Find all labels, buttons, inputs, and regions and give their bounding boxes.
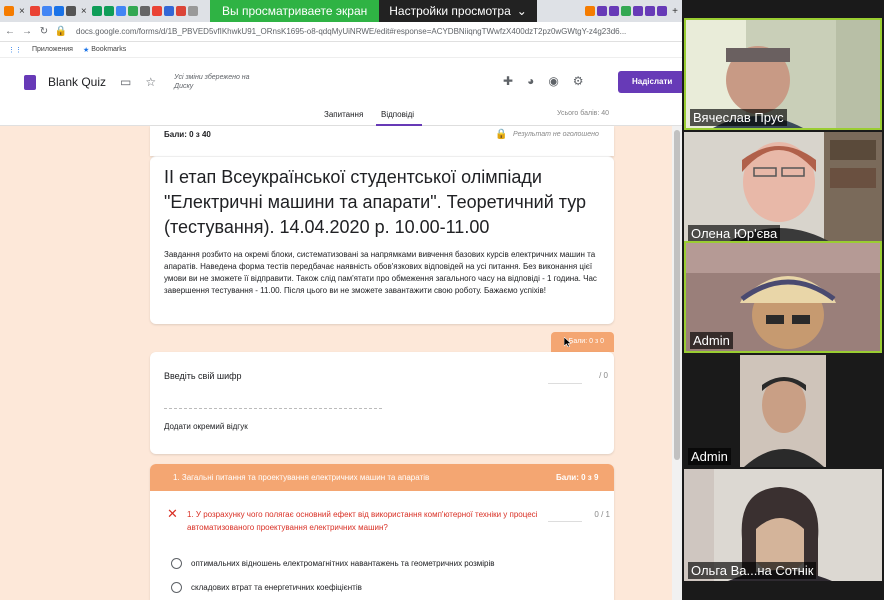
folder-icon[interactable]: ▭ bbox=[120, 75, 131, 89]
tab-favicon-7[interactable] bbox=[115, 6, 126, 16]
tab-favicon-9[interactable] bbox=[139, 6, 150, 16]
points-badge: Бали: 0 з 0 bbox=[551, 332, 614, 352]
option-label: складових втрат та енергетичних коефіціє… bbox=[191, 583, 362, 592]
video-tile[interactable]: Ольга Ва...на Сотнік bbox=[684, 469, 882, 581]
participant-name: Admin bbox=[688, 448, 731, 465]
scrollbar-thumb[interactable] bbox=[674, 130, 680, 460]
apps-icon[interactable]: ⋮⋮ bbox=[8, 46, 22, 54]
participant-name: Вячеслав Прус bbox=[690, 109, 787, 126]
title-card: ІІ етап Всеукраїнської студентської олім… bbox=[150, 156, 614, 324]
answer-placeholder-line bbox=[164, 408, 382, 409]
points-header: Бали: 0 з 40 bbox=[164, 130, 211, 139]
tab-favicon-5[interactable] bbox=[91, 6, 102, 16]
addon-icon[interactable]: ✚ bbox=[503, 74, 513, 88]
star-icon[interactable]: ☆ bbox=[145, 75, 156, 89]
participant-name: Ольга Ва...на Сотнік bbox=[688, 562, 817, 579]
results-note: Результат не оголошено bbox=[513, 131, 599, 138]
radio-button-icon[interactable] bbox=[171, 558, 182, 569]
section-card: 1. Загальні питання та проектування елек… bbox=[150, 464, 614, 600]
tab-favicon-14[interactable] bbox=[585, 6, 596, 16]
form-title[interactable]: Blank Quiz bbox=[48, 75, 106, 89]
bookmark-apps[interactable]: Приложения bbox=[32, 46, 73, 53]
incorrect-x-icon: ✕ bbox=[167, 506, 178, 521]
question-score: 0 / 1 bbox=[594, 510, 610, 519]
video-tile[interactable]: Олена Юр'єва bbox=[684, 132, 882, 244]
screen: × × + Вы просматриваете экран Настройки … bbox=[0, 0, 884, 600]
header-tools: ✚ ◕ ◉ ⚙ bbox=[503, 74, 584, 88]
cipher-score: / 0 bbox=[599, 371, 608, 380]
page-title: ІІ етап Всеукраїнської студентської олім… bbox=[164, 167, 587, 237]
browser-window: × × + Вы просматриваете экран Настройки … bbox=[0, 0, 682, 600]
add-feedback-link[interactable]: Додати окремий відгук bbox=[164, 422, 248, 431]
star-icon: ★ bbox=[82, 46, 90, 54]
screen-share-banner: Вы просматриваете экран Настройки просмо… bbox=[210, 0, 537, 22]
video-tile[interactable]: Вячеслав Прус bbox=[684, 18, 882, 130]
tab-favicon-10[interactable] bbox=[151, 6, 162, 16]
tab-favicon-20[interactable] bbox=[657, 6, 668, 16]
tab-favicon-6[interactable] bbox=[103, 6, 114, 16]
video-tile[interactable]: Admin bbox=[684, 241, 882, 353]
option-2[interactable]: складових втрат та енергетичних коефіціє… bbox=[171, 582, 362, 593]
share-status: Вы просматриваете экран bbox=[210, 0, 380, 22]
tab-favicon-3[interactable] bbox=[53, 6, 64, 16]
option-1[interactable]: оптимальних відношень електромагнітних н… bbox=[171, 558, 495, 569]
gear-icon[interactable]: ⚙ bbox=[573, 74, 584, 88]
close-icon[interactable]: × bbox=[81, 6, 87, 17]
forms-header: Blank Quiz ▭ ☆ Усі зміни збережено на Ди… bbox=[0, 58, 682, 106]
form-description: Завдання розбито на окремі блоки, систем… bbox=[164, 250, 597, 295]
tab-favicon-1[interactable] bbox=[4, 6, 14, 16]
address-bar: ← → ↻ 🔒 docs.google.com/forms/d/1B_PBVED… bbox=[0, 22, 682, 42]
bookmarks-bar: ⋮⋮ Приложения ★ Bookmarks bbox=[0, 42, 682, 58]
url-field[interactable]: docs.google.com/forms/d/1B_PBVED5vfIKhwk… bbox=[76, 27, 626, 36]
send-button[interactable]: Надіслати bbox=[618, 71, 682, 93]
cipher-label: Введіть свій шифр bbox=[164, 371, 242, 381]
saved-status: Усі зміни збережено на Диску bbox=[174, 74, 250, 90]
participant-name: Олена Юр'єва bbox=[688, 225, 781, 242]
tab-favicon-18[interactable] bbox=[633, 6, 644, 16]
tab-favicon-13[interactable] bbox=[187, 6, 198, 16]
forms-logo-icon[interactable] bbox=[24, 74, 36, 90]
chevron-down-icon: ⌄ bbox=[516, 4, 527, 18]
lock-icon: 🔒 bbox=[54, 26, 68, 37]
bookmark-bookmarks[interactable]: Bookmarks bbox=[91, 46, 126, 53]
lock-icon: 🔒 bbox=[495, 129, 508, 140]
total-points: Усього балів: 40 bbox=[557, 110, 610, 117]
forward-icon[interactable]: → bbox=[20, 26, 34, 37]
radio-button-icon[interactable] bbox=[171, 582, 182, 593]
mouse-cursor-icon bbox=[564, 337, 572, 347]
video-panel: Вячеслав Прус Олена Юр'єва Admin Admin О… bbox=[682, 0, 884, 600]
tab-favicon-11[interactable] bbox=[163, 6, 174, 16]
points-card: Бали: 0 з 40 🔒 Результат не оголошено bbox=[150, 126, 614, 156]
back-icon[interactable]: ← bbox=[3, 26, 17, 37]
view-settings-label: Настройки просмотра bbox=[389, 4, 511, 18]
tab-favicon-17[interactable] bbox=[621, 6, 632, 16]
tab-favicon-12[interactable] bbox=[175, 6, 186, 16]
section-header: 1. Загальні питання та проектування елек… bbox=[150, 464, 614, 491]
tab-favicon-2[interactable] bbox=[41, 6, 52, 16]
close-icon[interactable]: × bbox=[19, 6, 25, 17]
palette-icon[interactable]: ◕ bbox=[527, 74, 534, 88]
view-settings-button[interactable]: Настройки просмотра ⌄ bbox=[379, 0, 537, 22]
cipher-score-field[interactable] bbox=[548, 383, 582, 384]
participant-name: Admin bbox=[690, 332, 733, 349]
section-title: 1. Загальні питання та проектування елек… bbox=[173, 473, 430, 482]
tab-favicon-8[interactable] bbox=[127, 6, 138, 16]
tab-favicon-19[interactable] bbox=[645, 6, 656, 16]
video-tile[interactable]: Admin bbox=[684, 355, 882, 467]
option-label: оптимальних відношень електромагнітних н… bbox=[191, 559, 495, 568]
preview-eye-icon[interactable]: ◉ bbox=[548, 74, 558, 88]
cipher-card: Введіть свій шифр / 0 Додати окремий від… bbox=[150, 352, 614, 454]
gmail-icon[interactable] bbox=[29, 6, 40, 16]
reload-icon[interactable]: ↻ bbox=[37, 26, 51, 37]
section-points: Бали: 0 з 9 bbox=[556, 473, 599, 482]
tab-questions[interactable]: Запитання bbox=[324, 110, 363, 119]
tab-responses[interactable]: Відповіді bbox=[381, 110, 414, 119]
tab-favicon-4[interactable] bbox=[65, 6, 76, 16]
question-score-field[interactable] bbox=[548, 521, 582, 522]
question-text: 1. У розрахунку чого полягає основний еф… bbox=[187, 510, 538, 532]
form-tabs: Запитання Відповіді Усього балів: 40 bbox=[0, 106, 682, 126]
new-tab-icon[interactable]: + bbox=[672, 6, 678, 17]
tab-favicon-15[interactable] bbox=[597, 6, 608, 16]
tab-favicon-16[interactable] bbox=[609, 6, 620, 16]
